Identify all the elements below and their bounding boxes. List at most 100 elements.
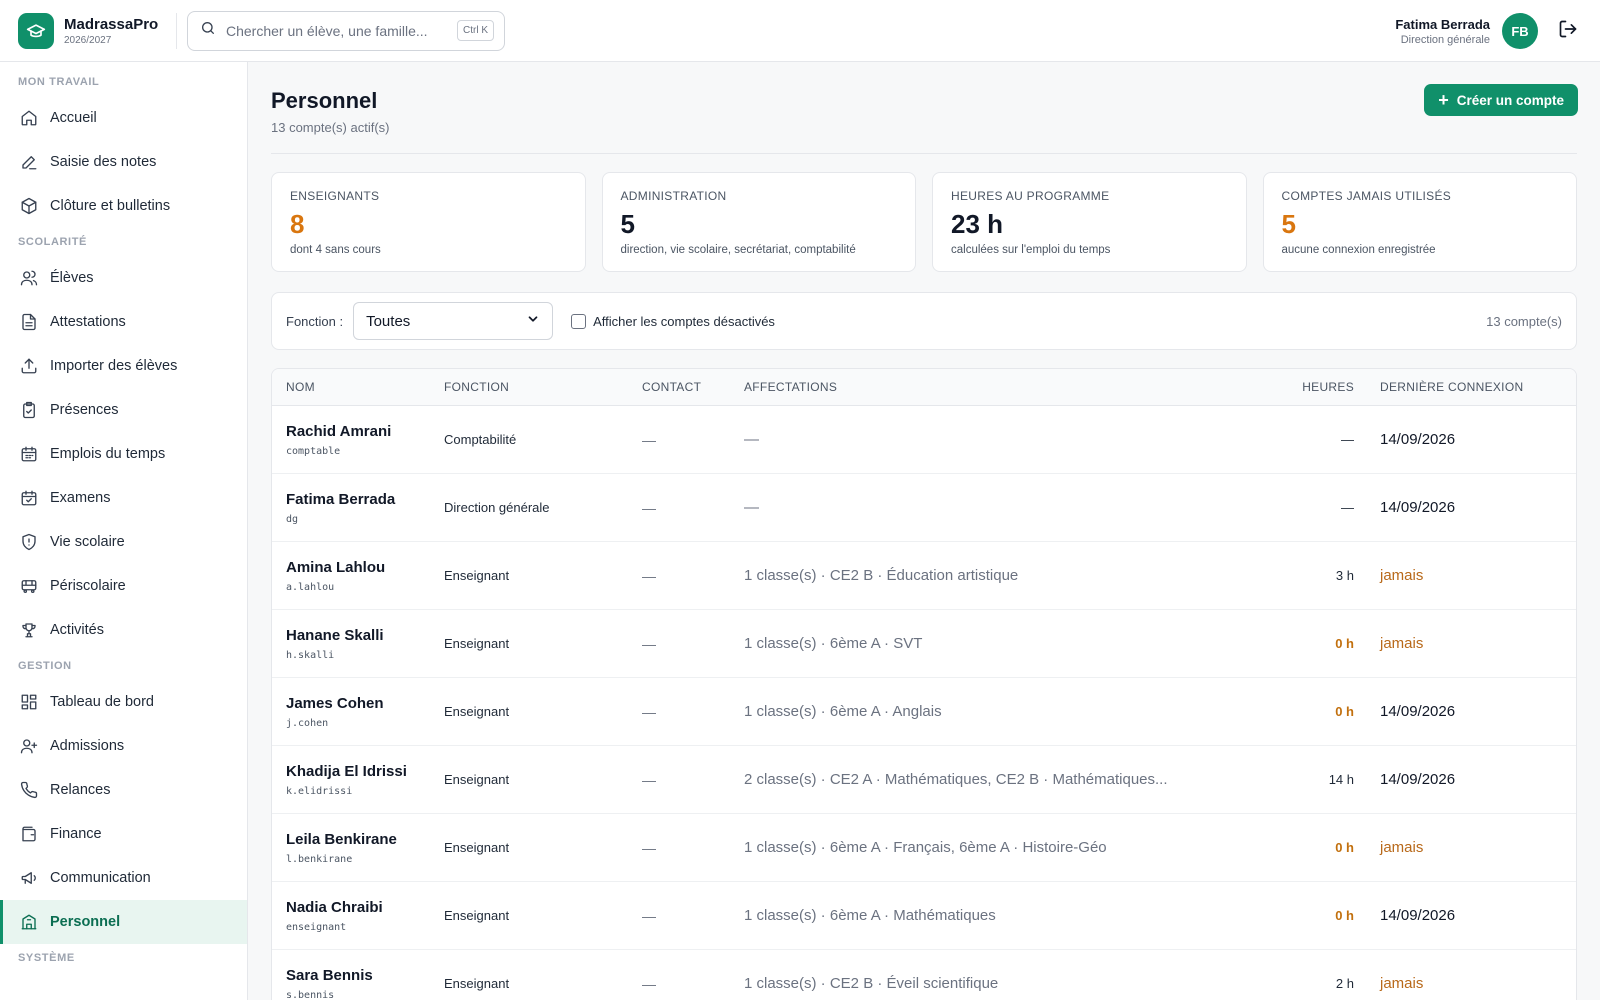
brand[interactable]: MadrassaPro 2026/2027 bbox=[0, 0, 176, 61]
fonction-cell: Enseignant bbox=[444, 704, 642, 719]
show-disabled-checkbox[interactable] bbox=[571, 313, 587, 329]
table-row[interactable]: Hanane Skalli h.skalli Enseignant — 1 classe… bbox=[272, 610, 1576, 678]
staff-name: Khadija El Idrissi bbox=[286, 762, 407, 780]
staff-name: Fatima Berrada bbox=[286, 490, 396, 508]
stat-description: calculées sur l'emploi du temps bbox=[951, 244, 1111, 256]
staff-name: Nadia Chraibi bbox=[286, 898, 383, 916]
file-text-icon bbox=[20, 313, 38, 331]
sidebar-item-emplois-du-temps[interactable]: Emplois du temps bbox=[0, 432, 247, 476]
contact-cell: — bbox=[642, 568, 744, 584]
staff-heures: 0 h bbox=[1335, 840, 1354, 855]
sidebar-item-importer-des-eleves[interactable]: Importer des élèves bbox=[0, 344, 247, 388]
last-login-cell: 14/09/2026 bbox=[1354, 431, 1554, 448]
heures-cell: 0 h bbox=[1274, 840, 1354, 855]
table-row[interactable]: Leila Benkirane l.benkirane Enseignant — 1 c… bbox=[272, 814, 1576, 882]
show-disabled-toggle[interactable]: Afficher les comptes désactivés bbox=[571, 313, 775, 329]
name-cell: Hanane Skalli h.skalli bbox=[272, 627, 444, 661]
sidebar-item-accueil[interactable]: Accueil bbox=[0, 96, 247, 140]
sidebar-item-personnel[interactable]: Personnel bbox=[0, 900, 247, 944]
name-cell: Leila Benkirane l.benkirane bbox=[272, 831, 444, 865]
staff-contact: — bbox=[642, 703, 656, 720]
table-row[interactable]: James Cohen j.cohen Enseignant — 1 classe(s)… bbox=[272, 678, 1576, 746]
create-account-label: Créer un compte bbox=[1456, 92, 1564, 108]
column-header-affectations[interactable]: AFFECTATIONS bbox=[744, 380, 1274, 394]
staff-last-login: 14/09/2026 bbox=[1380, 431, 1456, 448]
stat-description: dont 4 sans cours bbox=[290, 244, 381, 256]
sidebar-item-saisie-des-notes[interactable]: Saisie des notes bbox=[0, 140, 247, 184]
affectations-cell: 1 classe(s) · 6ème A · Français, 6ème A … bbox=[744, 839, 1274, 856]
column-header-nom[interactable]: NOM bbox=[272, 380, 444, 394]
affectations-cell: 1 classe(s) · CE2 B · Éveil scientifique bbox=[744, 975, 1274, 992]
table-row[interactable]: Sara Bennis s.bennis Enseignant — 1 classe(s… bbox=[272, 950, 1576, 1000]
calendar-check-icon bbox=[20, 489, 38, 507]
sidebar-item-examens[interactable]: Examens bbox=[0, 476, 247, 520]
staff-login: l.benkirane bbox=[286, 853, 353, 865]
account-count: 13 compte(s) bbox=[1486, 313, 1562, 329]
users-icon bbox=[20, 269, 38, 287]
sidebar-item-attestations[interactable]: Attestations bbox=[0, 300, 247, 344]
sidebar-item-label: Accueil bbox=[50, 110, 97, 126]
sidebar-item-cloture-et-bulletins[interactable]: Clôture et bulletins bbox=[0, 184, 247, 228]
sidebar-item-tableau-de-bord[interactable]: Tableau de bord bbox=[0, 680, 247, 724]
name-cell: Khadija El Idrissi k.elidrissi bbox=[272, 763, 444, 797]
stat-description: direction, vie scolaire, secrétariat, co… bbox=[620, 244, 856, 256]
sidebar-item-finance[interactable]: Finance bbox=[0, 812, 247, 856]
sidebar-section-title: GESTION bbox=[18, 660, 72, 672]
sidebar-item-label: Relances bbox=[50, 782, 111, 798]
column-header-fonction[interactable]: FONCTION bbox=[444, 380, 642, 394]
last-login-cell: jamais bbox=[1354, 635, 1554, 652]
staff-login: j.cohen bbox=[286, 717, 329, 729]
column-header-derniere-connexion[interactable]: DERNIÈRE CONNEXION bbox=[1354, 380, 1554, 394]
graduation-cap-icon bbox=[18, 12, 54, 49]
fonction-select-value: Toutes bbox=[366, 312, 411, 330]
table-row[interactable]: Fatima Berrada dg Direction générale — — — 14/… bbox=[272, 474, 1576, 542]
staff-affectations: 1 classe(s) · CE2 B · Éveil scientifique bbox=[744, 975, 999, 992]
heures-cell: 3 h bbox=[1274, 568, 1354, 583]
column-header-heures[interactable]: HEURES bbox=[1274, 380, 1354, 394]
stat-label: ENSEIGNANTS bbox=[290, 189, 380, 203]
logout-button[interactable] bbox=[1554, 17, 1582, 45]
staff-fonction: Enseignant bbox=[444, 976, 510, 991]
table-row[interactable]: Rachid Amrani comptable Comptabilité — — — 14/… bbox=[272, 406, 1576, 474]
search-input[interactable]: Chercher un élève, une famille... Ctrl K bbox=[187, 10, 505, 51]
sidebar-item-admissions[interactable]: Admissions bbox=[0, 724, 247, 768]
staff-name: Amina Lahlou bbox=[286, 558, 386, 576]
avatar[interactable]: FB bbox=[1502, 13, 1538, 49]
staff-heures: 2 h bbox=[1335, 976, 1354, 991]
staff-contact: — bbox=[642, 839, 656, 856]
staff-last-login: 14/09/2026 bbox=[1380, 771, 1456, 788]
name-cell: James Cohen j.cohen bbox=[272, 695, 444, 729]
staff-name: Hanane Skalli bbox=[286, 626, 384, 644]
staff-fonction: Enseignant bbox=[444, 840, 510, 855]
contact-cell: — bbox=[642, 432, 744, 448]
stat-card: ADMINISTRATION 5 direction, vie scolaire, … bbox=[601, 172, 916, 272]
sidebar-item-vie-scolaire[interactable]: Vie scolaire bbox=[0, 520, 247, 564]
staff-heures: 0 h bbox=[1335, 704, 1354, 719]
staff-last-login: jamais bbox=[1380, 635, 1424, 652]
sidebar-item-activites[interactable]: Activités bbox=[0, 608, 247, 652]
fonction-select[interactable]: Toutes bbox=[353, 302, 554, 340]
user-name: Fatima Berrada bbox=[1395, 16, 1490, 32]
sidebar-item-label: Examens bbox=[50, 490, 111, 506]
sidebar-item-periscolaire[interactable]: Périscolaire bbox=[0, 564, 247, 608]
sidebar-item-communication[interactable]: Communication bbox=[0, 856, 247, 900]
contact-cell: — bbox=[642, 772, 744, 788]
staff-name: James Cohen bbox=[286, 694, 384, 712]
user-role: Direction générale bbox=[1400, 33, 1490, 46]
divider bbox=[176, 12, 177, 49]
create-account-button[interactable]: + Créer un compte bbox=[1424, 84, 1578, 116]
staff-contact: — bbox=[642, 771, 656, 788]
heures-cell: 0 h bbox=[1274, 704, 1354, 719]
sidebar-item-presences[interactable]: Présences bbox=[0, 388, 247, 432]
stat-label: ADMINISTRATION bbox=[620, 189, 727, 203]
last-login-cell: jamais bbox=[1354, 839, 1554, 856]
staff-affectations: 1 classe(s) · 6ème A · Mathématiques bbox=[744, 907, 996, 924]
sidebar-item-relances[interactable]: Relances bbox=[0, 768, 247, 812]
sidebar-item-eleves[interactable]: Élèves bbox=[0, 256, 247, 300]
table-row[interactable]: Khadija El Idrissi k.elidrissi Enseignant —… bbox=[272, 746, 1576, 814]
table-row[interactable]: Nadia Chraibi enseignant Enseignant — 1 clas… bbox=[272, 882, 1576, 950]
table-row[interactable]: Amina Lahlou a.lahlou Enseignant — 1 classe(… bbox=[272, 542, 1576, 610]
stat-card: ENSEIGNANTS 8 dont 4 sans cours bbox=[271, 172, 586, 272]
stat-label: HEURES AU PROGRAMME bbox=[951, 189, 1110, 203]
column-header-contact[interactable]: CONTACT bbox=[642, 380, 744, 394]
